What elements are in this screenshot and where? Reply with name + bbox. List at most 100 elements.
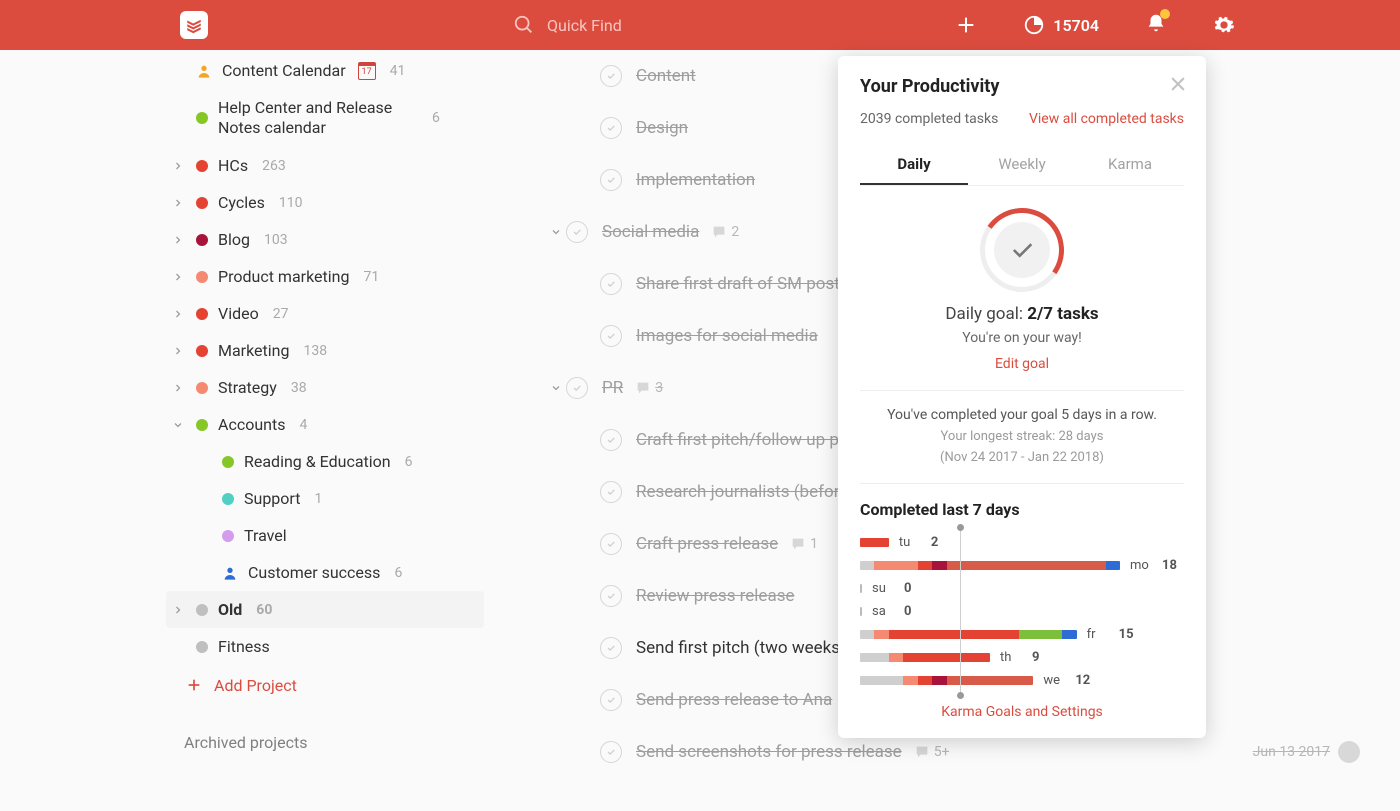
task-checkbox[interactable] — [600, 741, 622, 763]
project-item[interactable]: Travel — [170, 517, 484, 554]
chart-bar — [860, 607, 862, 616]
completed-count: 2039 completed tasks — [860, 111, 998, 127]
task-checkbox[interactable] — [600, 637, 622, 659]
project-color-dot — [196, 112, 208, 124]
chevron-right-icon[interactable] — [172, 271, 184, 283]
project-item[interactable]: Content Calendar1741 — [170, 52, 484, 89]
project-item[interactable]: Support1 — [170, 480, 484, 517]
tab-karma[interactable]: Karma — [1076, 145, 1184, 185]
task-checkbox[interactable] — [600, 585, 622, 607]
chevron-right-icon[interactable] — [172, 197, 184, 209]
chart-segment — [1019, 630, 1062, 639]
project-item[interactable]: Accounts4 — [170, 406, 484, 443]
task-title: Research journalists (before — [636, 482, 848, 502]
project-count: 6 — [394, 565, 402, 581]
chart-day-label: fr — [1087, 627, 1109, 642]
task-comments[interactable]: 5+ — [914, 744, 950, 760]
chevron-slot — [170, 345, 186, 357]
chevron-right-icon[interactable] — [172, 345, 184, 357]
project-item[interactable]: Customer success 6 — [170, 554, 484, 591]
app-logo[interactable] — [180, 11, 208, 39]
settings-gear-icon[interactable] — [1213, 14, 1235, 36]
project-item[interactable]: Video27 — [170, 295, 484, 332]
chart-segment — [1062, 630, 1076, 639]
task-checkbox[interactable] — [600, 325, 622, 347]
chart-segment — [874, 561, 917, 570]
project-count: 6 — [405, 454, 413, 470]
task-checkbox[interactable] — [600, 65, 622, 87]
task-comments[interactable]: 2 — [711, 224, 739, 240]
project-item[interactable]: Fitness — [170, 628, 484, 665]
chevron-down-icon[interactable] — [550, 382, 562, 394]
productivity-tabs: Daily Weekly Karma — [860, 145, 1184, 186]
project-name: Reading & Education — [244, 452, 391, 471]
encouragement-msg: You're on your way! — [860, 330, 1184, 346]
task-checkbox[interactable] — [600, 117, 622, 139]
task-checkbox[interactable] — [600, 689, 622, 711]
close-icon[interactable] — [1168, 74, 1188, 94]
project-color-dot — [222, 456, 234, 468]
add-task-icon[interactable] — [955, 14, 977, 36]
project-item[interactable]: Blog103 — [170, 221, 484, 258]
task-checkbox[interactable] — [600, 533, 622, 555]
project-item[interactable]: Cycles110 — [170, 184, 484, 221]
task-title: Design — [636, 118, 688, 138]
calendar-icon: 17 — [358, 62, 376, 80]
chevron-down-icon[interactable] — [172, 419, 184, 431]
task-comments[interactable]: 3 — [635, 380, 663, 396]
chart-bar-row: tu2 — [860, 531, 1184, 554]
project-item[interactable]: Marketing138 — [170, 332, 484, 369]
chart-segment — [1106, 561, 1120, 570]
task-checkbox[interactable] — [600, 169, 622, 191]
chevron-slot — [170, 604, 186, 616]
chart-segment — [860, 538, 889, 547]
project-count: 4 — [299, 417, 307, 433]
chevron-right-icon[interactable] — [172, 604, 184, 616]
tab-daily[interactable]: Daily — [860, 145, 968, 185]
project-item[interactable]: Old60 — [166, 591, 484, 628]
quick-find[interactable]: Quick Find — [513, 14, 622, 36]
tab-weekly[interactable]: Weekly — [968, 145, 1076, 185]
task-comments[interactable]: 1 — [790, 536, 818, 552]
chart-segment — [932, 676, 946, 685]
last7-title: Completed last 7 days — [860, 500, 1184, 519]
task-checkbox[interactable] — [566, 377, 588, 399]
project-name: Customer success — [248, 563, 380, 582]
quick-find-placeholder: Quick Find — [547, 16, 622, 35]
chart-bar-row: we12 — [860, 669, 1184, 692]
karma-score-button[interactable]: 15704 — [1023, 14, 1099, 36]
notifications-button[interactable] — [1145, 12, 1167, 38]
chart-segment — [889, 653, 903, 662]
chevron-right-icon[interactable] — [172, 308, 184, 320]
task-checkbox[interactable] — [600, 273, 622, 295]
edit-goal-link[interactable]: Edit goal — [860, 356, 1184, 372]
project-item[interactable]: Reading & Education 6 — [170, 443, 484, 480]
project-item[interactable]: Product marketing71 — [170, 258, 484, 295]
task-checkbox[interactable] — [600, 481, 622, 503]
chevron-right-icon[interactable] — [172, 382, 184, 394]
project-color-dot — [222, 530, 234, 542]
project-color-dot — [196, 308, 208, 320]
daily-goal-line: Daily goal: 2/7 tasks — [860, 304, 1184, 324]
task-checkbox[interactable] — [566, 221, 588, 243]
chevron-right-icon[interactable] — [172, 234, 184, 246]
view-all-completed-link[interactable]: View all completed tasks — [1029, 111, 1184, 127]
project-item[interactable]: Help Center and Release Notes calendar6 — [170, 89, 484, 147]
karma-pie-icon — [1023, 14, 1045, 36]
project-color-dot — [196, 382, 208, 394]
add-project-button[interactable]: Add Project — [170, 665, 484, 705]
chart-bar — [860, 584, 862, 593]
chevron-right-icon[interactable] — [172, 160, 184, 172]
chart-day-value: 0 — [904, 581, 911, 596]
chart-bar-row: th9 — [860, 646, 1184, 669]
chevron-slot — [170, 160, 186, 172]
karma-settings-link[interactable]: Karma Goals and Settings — [860, 704, 1184, 720]
chevron-down-icon[interactable] — [550, 226, 562, 238]
task-due-date: Jun 13 2017 — [1253, 741, 1400, 763]
task-title: Share first draft of SM posts — [636, 274, 849, 294]
project-item[interactable]: HCs263 — [170, 147, 484, 184]
task-checkbox[interactable] — [600, 429, 622, 451]
archived-projects-link[interactable]: Archived projects — [170, 733, 484, 752]
project-item[interactable]: Strategy38 — [170, 369, 484, 406]
chart-day-label: tu — [899, 535, 921, 550]
